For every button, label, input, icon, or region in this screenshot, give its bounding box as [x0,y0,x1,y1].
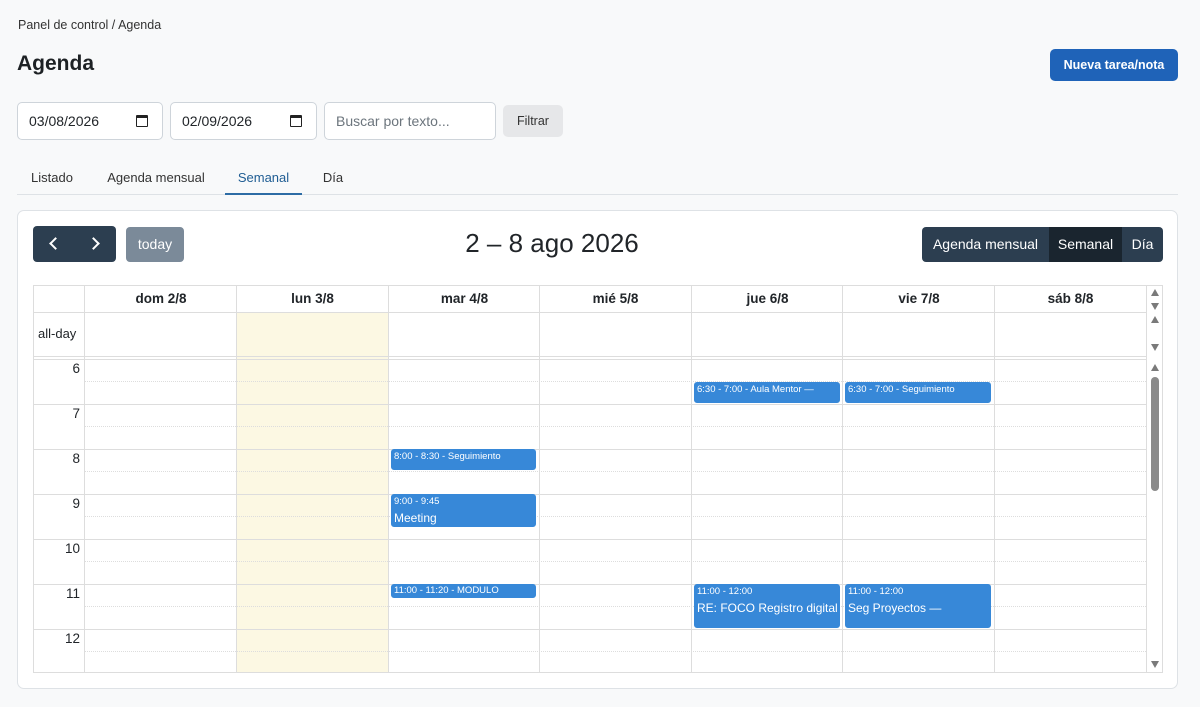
prev-button[interactable] [33,226,74,262]
calendar-event[interactable]: 11:00 - 11:20 - MODULO [391,584,536,598]
hour-label: 6 [72,361,80,376]
col-divider [84,286,85,672]
event-time: 9:00 - 9:45 [394,496,440,507]
breadcrumb: Panel de control / Agenda [18,18,162,32]
day-header: jue 6/8 [746,291,789,306]
scroll-down-arrow-icon[interactable] [1151,344,1159,351]
new-task-button[interactable]: Nueva tarea/nota [1050,49,1178,81]
col-divider [842,286,843,672]
allday-divider [34,356,1146,357]
half-hour-line [84,471,1146,472]
search-input[interactable]: Buscar por texto... [324,102,496,140]
col-divider [691,286,692,672]
hour-line [34,629,1146,630]
tab-semanal[interactable]: Semanal [225,162,302,195]
col-divider [994,286,995,672]
calendar-view-switcher: Agenda mensual Semanal Día [922,227,1163,262]
view-tabs: Listado Agenda mensual Semanal Día [17,162,1178,195]
event-title: Meeting [394,511,437,525]
scroll-down-arrow-icon[interactable] [1151,303,1159,310]
hour-label: 12 [64,631,80,646]
scroll-up-arrow-icon[interactable] [1151,364,1159,371]
calendar-event[interactable]: 6:30 - 7:00 - Aula Mentor — [694,382,840,403]
event-time: 11:00 - 12:00 [848,586,904,597]
col-divider [539,286,540,672]
hour-line [34,449,1146,450]
event-time: 6:30 - 7:00 - Aula Mentor — [697,384,814,395]
day-header: vie 7/8 [898,291,940,306]
event-time: 8:00 - 8:30 - Seguimiento [394,451,501,462]
event-time: 11:00 - 12:00 [697,586,753,597]
hour-line [34,539,1146,540]
date-from-input[interactable]: 03/08/2026 [17,102,163,140]
hour-label: 9 [72,496,80,511]
col-divider [1146,286,1147,672]
calendar-event[interactable]: 11:00 - 12:00 RE: FOCO Registro digital [694,584,840,628]
half-hour-line [84,516,1146,517]
half-hour-line [84,651,1146,652]
calendar-event[interactable]: 9:00 - 9:45 Meeting [391,494,536,527]
hour-label: 8 [72,451,80,466]
event-time: 6:30 - 7:00 - Seguimiento [848,384,955,395]
hour-label: 11 [65,586,80,601]
event-time: 11:00 - 11:20 - MODULO [394,585,499,596]
chevron-right-icon [87,237,100,250]
day-header: mar 4/8 [440,291,489,306]
day-header: lun 3/8 [291,291,334,306]
date-to-input[interactable]: 02/09/2026 [170,102,317,140]
tab-listado[interactable]: Listado [17,162,87,195]
date-to-value: 02/09/2026 [182,113,253,129]
filter-button[interactable]: Filtrar [503,105,563,137]
hour-line [34,494,1146,495]
view-semanal[interactable]: Semanal [1049,227,1122,262]
calendar-icon[interactable] [136,115,148,127]
hour-label: 7 [72,406,80,421]
tab-agenda-mensual[interactable]: Agenda mensual [97,162,215,195]
event-title: Seg Proyectos — [848,601,942,615]
event-title: RE: FOCO Registro digital [697,601,838,615]
half-hour-line [84,426,1146,427]
col-divider [388,286,389,672]
calendar-event[interactable]: 11:00 - 12:00 Seg Proyectos — [845,584,991,628]
allday-label: all-day [38,326,77,341]
scroll-up-arrow-icon[interactable] [1151,289,1159,296]
calendar-title: 2 – 8 ago 2026 [465,228,639,258]
hour-line [34,404,1146,405]
view-agenda-mensual[interactable]: Agenda mensual [922,227,1049,262]
col-divider [236,286,237,672]
week-grid: dom 2/8 lun 3/8 mar 4/8 mié 5/8 jue 6/8 … [33,285,1163,673]
day-header: sáb 8/8 [1047,291,1094,306]
allday-divider [34,359,1146,360]
next-button[interactable] [75,226,116,262]
half-hour-line [84,561,1146,562]
calendar-icon[interactable] [290,115,302,127]
date-from-value: 03/08/2026 [29,113,100,129]
day-header: mié 5/8 [592,291,639,306]
nav-button-group [33,226,116,262]
chevron-left-icon [49,237,62,250]
scroll-down-arrow-icon[interactable] [1151,661,1159,668]
day-header: dom 2/8 [135,291,187,306]
view-dia[interactable]: Día [1122,227,1163,262]
hour-label: 10 [64,541,80,556]
page-title: Agenda [17,52,95,75]
today-column [237,312,388,672]
tab-dia[interactable]: Día [312,162,354,195]
today-button[interactable]: today [126,227,184,262]
calendar-event[interactable]: 6:30 - 7:00 - Seguimiento [845,382,991,403]
scrollbar-thumb[interactable] [1151,377,1159,491]
scroll-up-arrow-icon[interactable] [1151,316,1159,323]
header-divider [34,312,1146,313]
calendar-event[interactable]: 8:00 - 8:30 - Seguimiento [391,449,536,470]
